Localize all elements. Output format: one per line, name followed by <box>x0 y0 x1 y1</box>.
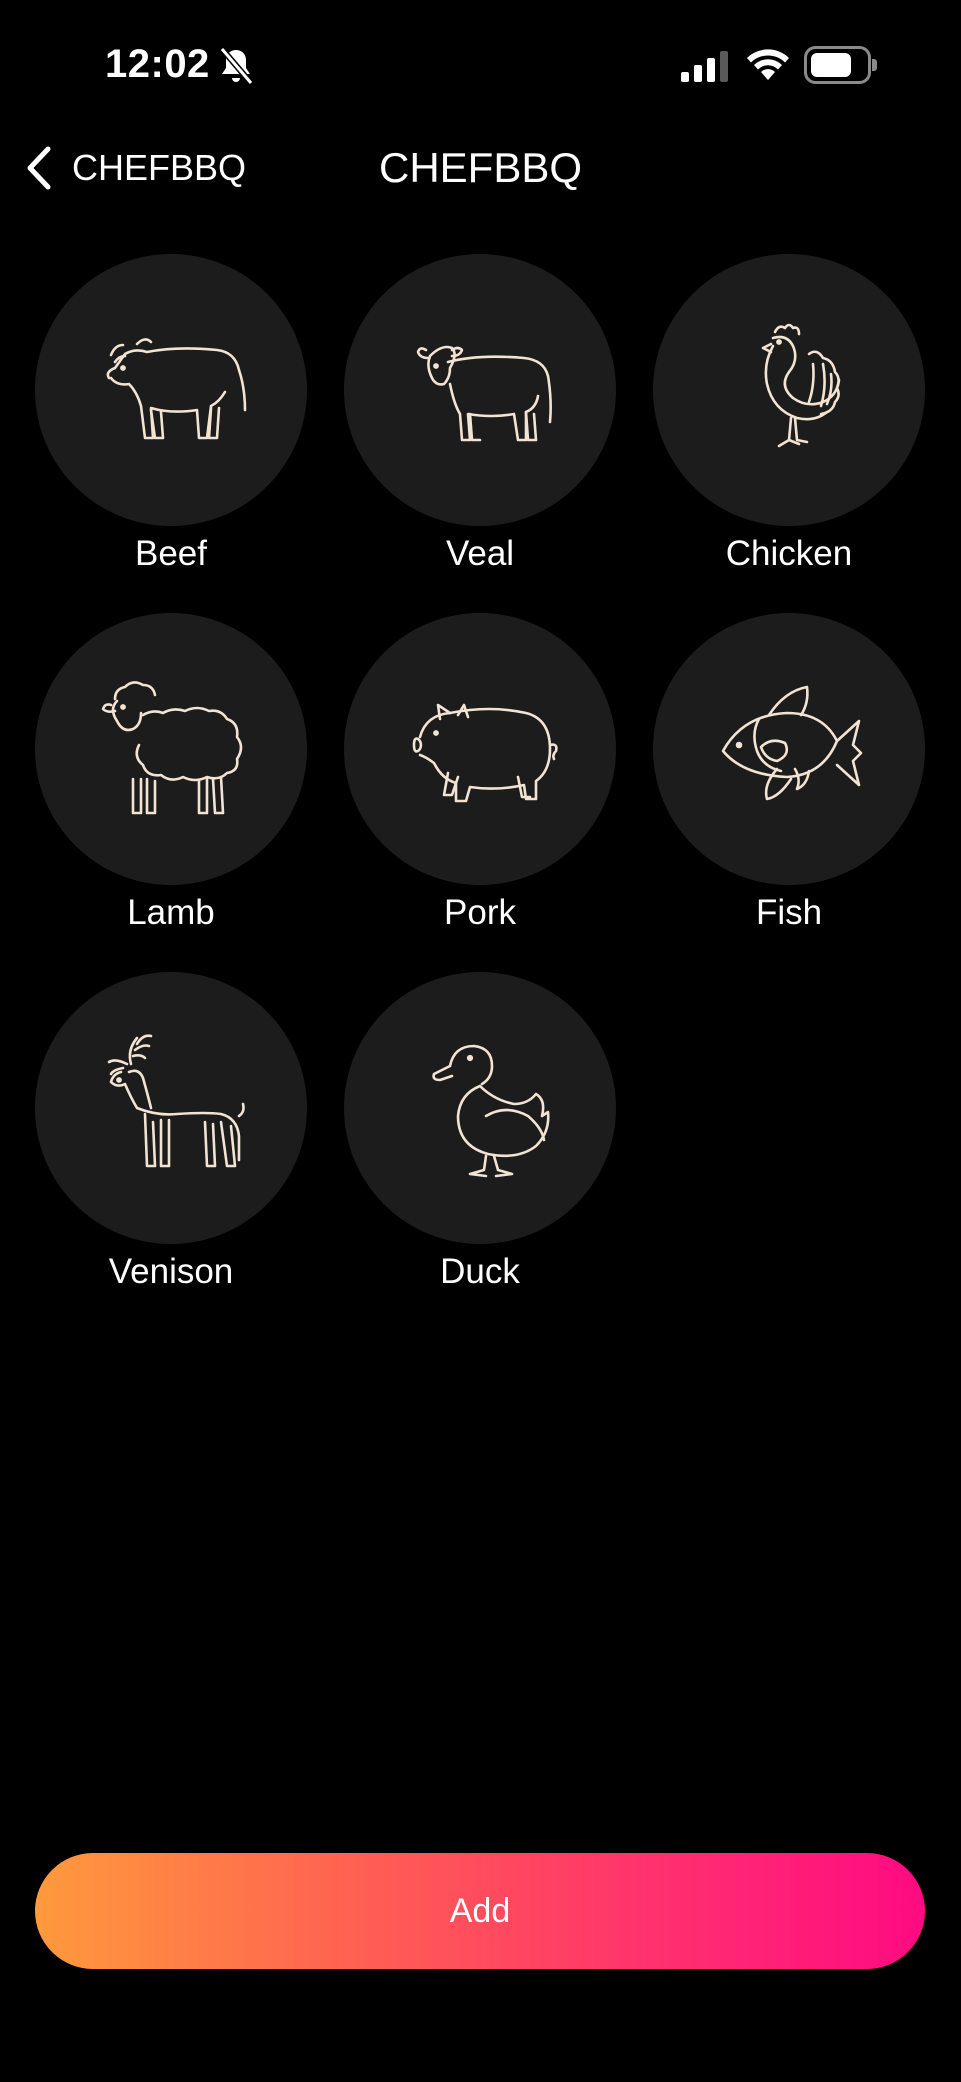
meat-tile-circle <box>35 972 307 1244</box>
bell-slash-icon <box>219 47 254 85</box>
duck-icon <box>432 1044 550 1178</box>
chevron-left-icon <box>27 146 51 190</box>
deer-icon <box>107 1034 245 1168</box>
meat-tile-chicken[interactable]: Chicken <box>653 254 925 594</box>
meat-tile-label: Fish <box>755 893 823 932</box>
back-button[interactable]: CHEFBBQ <box>24 140 246 196</box>
meat-tile-circle <box>344 613 616 885</box>
meat-tile-circle <box>653 254 925 526</box>
meat-tile-circle <box>344 254 616 526</box>
back-button-label: CHEFBBQ <box>72 147 247 188</box>
meat-tile-fish[interactable]: Fish <box>653 613 925 953</box>
add-button[interactable]: Add <box>35 1853 925 1969</box>
meat-tile-label: Venison <box>108 1252 234 1291</box>
fish-icon <box>721 685 863 801</box>
meat-tile-label: Duck <box>440 1252 520 1291</box>
battery-icon <box>804 46 877 84</box>
meat-tile-veal[interactable]: Veal <box>344 254 616 594</box>
meat-tile-label: Pork <box>444 893 516 932</box>
cellular-signal-icon <box>681 51 728 82</box>
meat-tile-circle <box>35 613 307 885</box>
meat-tile-label: Lamb <box>127 893 215 932</box>
meat-tile-duck[interactable]: Duck <box>344 972 616 1312</box>
meat-tile-label: Chicken <box>725 534 853 573</box>
cow-icon <box>106 338 247 440</box>
chicken-icon <box>761 323 841 448</box>
pig-icon <box>412 703 558 803</box>
status-time: 12:02 <box>105 42 210 86</box>
wifi-icon <box>747 49 789 80</box>
meat-tile-pork[interactable]: Pork <box>344 613 616 953</box>
meat-tile-lamb[interactable]: Lamb <box>35 613 307 953</box>
meat-tile-beef[interactable]: Beef <box>35 254 307 594</box>
calf-icon <box>416 345 552 442</box>
meat-tile-venison[interactable]: Venison <box>35 972 307 1312</box>
meat-tile-label: Veal <box>445 534 515 573</box>
meat-tile-circle <box>653 613 925 885</box>
meat-tile-circle <box>344 972 616 1244</box>
add-button-label: Add <box>449 1891 511 1930</box>
sheep-icon <box>101 681 243 815</box>
meat-tile-circle <box>35 254 307 526</box>
meat-tile-label: Beef <box>135 534 207 573</box>
status-bar: 12:02 <box>0 0 961 130</box>
